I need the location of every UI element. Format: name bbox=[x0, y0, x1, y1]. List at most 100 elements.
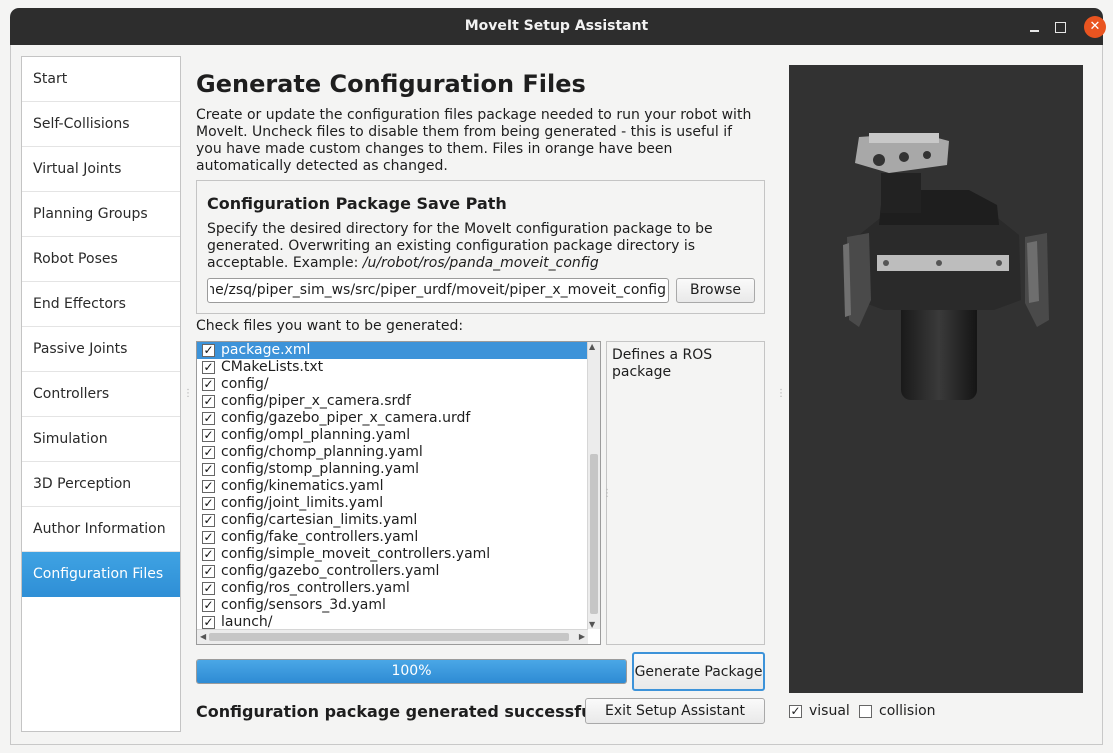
file-name: config/ bbox=[221, 376, 269, 392]
scroll-up-icon[interactable]: ▲ bbox=[589, 342, 595, 351]
file-checkbox[interactable]: ✓ bbox=[202, 344, 215, 357]
collision-checkbox[interactable] bbox=[859, 705, 872, 718]
minimize-icon[interactable] bbox=[1025, 17, 1045, 37]
sidebar: Start Self-Collisions Virtual Joints Planni… bbox=[21, 56, 181, 732]
file-checkbox[interactable]: ✓ bbox=[202, 565, 215, 578]
file-list-hscrollbar[interactable]: ◀ ▶ bbox=[197, 629, 588, 644]
file-checkbox[interactable]: ✓ bbox=[202, 531, 215, 544]
maximize-icon[interactable] bbox=[1050, 17, 1070, 37]
exit-setup-assistant-button[interactable]: Exit Setup Assistant bbox=[585, 698, 765, 724]
file-name: config/gazebo_controllers.yaml bbox=[221, 563, 440, 579]
file-row[interactable]: ✓ config/kinematics.yaml bbox=[197, 478, 600, 495]
file-checkbox[interactable]: ✓ bbox=[202, 378, 215, 391]
file-name: config/joint_limits.yaml bbox=[221, 495, 384, 511]
sidebar-item-author-information[interactable]: Author Information bbox=[22, 507, 180, 552]
save-path-value: ne/zsq/piper_sim_ws/src/piper_urdf/movei… bbox=[210, 282, 666, 298]
title-bar: MoveIt Setup Assistant ✕ bbox=[10, 8, 1106, 45]
file-name: config/simple_moveit_controllers.yaml bbox=[221, 546, 491, 562]
save-path-example: /u/robot/ros/panda_moveit_config bbox=[362, 255, 599, 271]
file-row[interactable]: ✓ CMakeLists.txt bbox=[197, 359, 600, 376]
page-title: Generate Configuration Files bbox=[196, 70, 586, 98]
visual-label: visual bbox=[809, 703, 850, 719]
sidebar-item-configuration-files[interactable]: Configuration Files bbox=[22, 552, 180, 597]
visual-checkbox[interactable]: ✓ bbox=[789, 705, 802, 718]
progress-bar: 100% bbox=[196, 659, 627, 684]
file-row[interactable]: ✓ config/cartesian_limits.yaml bbox=[197, 512, 600, 529]
file-name: config/sensors_3d.yaml bbox=[221, 597, 386, 613]
file-list[interactable]: ✓ package.xml ✓ CMakeLists.txt ✓ config/ ✓ conf… bbox=[196, 341, 601, 645]
file-checkbox[interactable]: ✓ bbox=[202, 429, 215, 442]
file-name: CMakeLists.txt bbox=[221, 359, 324, 375]
save-path-description: Specify the desired directory for the Mo… bbox=[207, 221, 752, 272]
splitter-handle-icon[interactable]: ⋮ bbox=[776, 388, 786, 399]
file-name: config/piper_x_camera.srdf bbox=[221, 393, 411, 409]
file-checkbox[interactable]: ✓ bbox=[202, 480, 215, 493]
file-checkbox[interactable]: ✓ bbox=[202, 616, 215, 629]
sidebar-item-start[interactable]: Start bbox=[22, 57, 180, 102]
scroll-left-icon[interactable]: ◀ bbox=[200, 630, 206, 644]
file-checkbox[interactable]: ✓ bbox=[202, 548, 215, 561]
file-name: config/ros_controllers.yaml bbox=[221, 580, 410, 596]
file-checkbox[interactable]: ✓ bbox=[202, 446, 215, 459]
hscroll-thumb[interactable] bbox=[209, 633, 569, 641]
file-name: config/ompl_planning.yaml bbox=[221, 427, 411, 443]
sidebar-item-end-effectors[interactable]: End Effectors bbox=[22, 282, 180, 327]
page-description: Create or update the configuration files… bbox=[196, 107, 752, 174]
file-row[interactable]: ✓ package.xml bbox=[197, 342, 588, 359]
file-row[interactable]: ✓ config/gazebo_controllers.yaml bbox=[197, 563, 600, 580]
file-list-vscrollbar[interactable]: ▲ ▼ bbox=[587, 342, 600, 629]
file-name: config/cartesian_limits.yaml bbox=[221, 512, 418, 528]
sidebar-item-passive-joints[interactable]: Passive Joints bbox=[22, 327, 180, 372]
file-row[interactable]: ✓ config/ bbox=[197, 376, 600, 393]
file-name: config/kinematics.yaml bbox=[221, 478, 384, 494]
generate-package-button[interactable]: Generate Package bbox=[632, 652, 765, 691]
sidebar-item-planning-groups[interactable]: Planning Groups bbox=[22, 192, 180, 237]
sidebar-item-simulation[interactable]: Simulation bbox=[22, 417, 180, 462]
splitter-handle-icon[interactable]: ⋮ bbox=[602, 488, 612, 499]
sidebar-item-virtual-joints[interactable]: Virtual Joints bbox=[22, 147, 180, 192]
file-checkbox[interactable]: ✓ bbox=[202, 463, 215, 476]
sidebar-item-robot-poses[interactable]: Robot Poses bbox=[22, 237, 180, 282]
sidebar-item-self-collisions[interactable]: Self-Collisions bbox=[22, 102, 180, 147]
file-checkbox[interactable]: ✓ bbox=[202, 361, 215, 374]
file-row[interactable]: ✓ config/piper_x_camera.srdf bbox=[197, 393, 600, 410]
save-path-group: Configuration Package Save Path Specify … bbox=[196, 180, 765, 314]
file-name: config/chomp_planning.yaml bbox=[221, 444, 423, 460]
file-checkbox[interactable]: ✓ bbox=[202, 412, 215, 425]
robot-model-image bbox=[843, 133, 1049, 400]
progress-label: 100% bbox=[391, 663, 432, 679]
file-checkbox[interactable]: ✓ bbox=[202, 582, 215, 595]
scroll-down-icon[interactable]: ▼ bbox=[589, 620, 595, 629]
status-message: Configuration package generated successf… bbox=[196, 702, 622, 721]
file-row[interactable]: ✓ config/chomp_planning.yaml bbox=[197, 444, 600, 461]
file-checkbox[interactable]: ✓ bbox=[202, 497, 215, 510]
file-name: config/gazebo_piper_x_camera.urdf bbox=[221, 410, 471, 426]
sidebar-item-3d-perception[interactable]: 3D Perception bbox=[22, 462, 180, 507]
file-description: Defines a ROS package bbox=[606, 341, 765, 645]
splitter-handle-icon[interactable]: ⋮ bbox=[183, 388, 193, 399]
file-row[interactable]: ✓ config/simple_moveit_controllers.yaml bbox=[197, 546, 600, 563]
file-checkbox[interactable]: ✓ bbox=[202, 395, 215, 408]
file-row[interactable]: ✓ config/ompl_planning.yaml bbox=[197, 427, 600, 444]
vscroll-thumb[interactable] bbox=[590, 454, 598, 614]
close-icon[interactable]: ✕ bbox=[1084, 16, 1106, 38]
collision-label: collision bbox=[879, 703, 936, 719]
file-row[interactable]: ✓ config/ros_controllers.yaml bbox=[197, 580, 600, 597]
scroll-right-icon[interactable]: ▶ bbox=[579, 630, 585, 644]
file-row[interactable]: ✓ config/gazebo_piper_x_camera.urdf bbox=[197, 410, 600, 427]
file-checkbox[interactable]: ✓ bbox=[202, 514, 215, 527]
robot-3d-viewer[interactable] bbox=[789, 65, 1083, 693]
save-path-title: Configuration Package Save Path bbox=[207, 194, 507, 213]
file-name: launch/ bbox=[221, 614, 273, 630]
file-row[interactable]: ✓ config/sensors_3d.yaml bbox=[197, 597, 600, 614]
file-row[interactable]: ✓ config/stomp_planning.yaml bbox=[197, 461, 600, 478]
file-checkbox[interactable]: ✓ bbox=[202, 599, 215, 612]
window-title: MoveIt Setup Assistant bbox=[464, 18, 649, 34]
file-row[interactable]: ✓ config/fake_controllers.yaml bbox=[197, 529, 600, 546]
file-name: config/fake_controllers.yaml bbox=[221, 529, 419, 545]
browse-button[interactable]: Browse bbox=[676, 278, 755, 303]
files-label: Check files you want to be generated: bbox=[196, 318, 464, 334]
file-row[interactable]: ✓ config/joint_limits.yaml bbox=[197, 495, 600, 512]
save-path-input[interactable]: ne/zsq/piper_sim_ws/src/piper_urdf/movei… bbox=[207, 278, 669, 303]
sidebar-item-controllers[interactable]: Controllers bbox=[22, 372, 180, 417]
